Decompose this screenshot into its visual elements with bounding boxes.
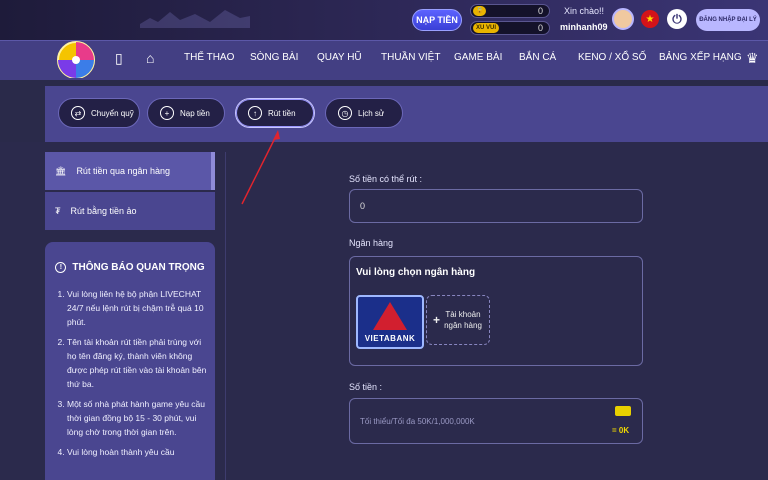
info-icon: ! <box>55 262 67 273</box>
bank-name: VIETABANK <box>364 334 416 343</box>
crown-icon[interactable]: ♛ <box>746 50 759 67</box>
notice-title: ! THÔNG BÁO QUAN TRỌNG <box>53 262 207 273</box>
deposit-button[interactable]: NẠP TIỀN <box>412 9 462 31</box>
nav-keno-lottery[interactable]: KENO / XỔ SỐ <box>578 52 646 63</box>
main-wallet: 🔒 0 <box>470 4 550 18</box>
home-icon[interactable]: ⌂ <box>146 50 154 66</box>
list-item: Một số nhà phát hành game yêu cầu thời g… <box>67 397 207 439</box>
list-item: Tên tài khoản rút tiền phải trùng với họ… <box>67 335 207 391</box>
tab-withdraw-label: Rút tiền <box>268 108 296 118</box>
mobile-icon[interactable]: ▯ <box>115 50 123 67</box>
nav-casino[interactable]: SÒNG BÀI <box>250 52 298 63</box>
tab-transfer[interactable]: ⇄ Chuyển quỹ <box>58 98 140 128</box>
plus-icon: + <box>432 312 440 327</box>
tab-withdraw[interactable]: ↑ Rút tiền <box>235 98 315 128</box>
bank-icon: 🏛 <box>55 165 67 176</box>
notice-list: Vui lòng liên hệ bộ phận LIVECHAT 24/7 n… <box>53 287 207 459</box>
transfer-icon: ⇄ <box>71 106 85 120</box>
sidebar-item-label: Rút bằng tiền ảo <box>70 206 137 216</box>
amount-equivalent: = 0K <box>612 426 630 435</box>
nav-fishing[interactable]: BẮN CÁ <box>519 52 556 63</box>
nav-thuan-viet[interactable]: THUẦN VIỆT <box>381 52 440 63</box>
history-icon: ◷ <box>338 106 352 120</box>
amount-input[interactable]: Tối thiểu/Tối đa 50K/1,000,000K <box>349 398 643 444</box>
nav-slots[interactable]: QUAY HŨ <box>317 52 362 63</box>
important-notice: ! THÔNG BÁO QUAN TRỌNG Vui lòng liên hệ … <box>45 242 215 480</box>
nav-leaderboard[interactable]: BẢNG XẾP HẠNG <box>659 52 742 63</box>
add-bank-account-button[interactable]: + Tài khoản ngân hàng <box>426 295 490 345</box>
avatar[interactable] <box>612 8 634 30</box>
sidebar-item-label: Rút tiền qua ngân hàng <box>76 166 171 176</box>
sidebar-item-bank-withdraw[interactable]: 🏛 Rút tiền qua ngân hàng <box>45 152 215 190</box>
nav-card-games[interactable]: GAME BÀI <box>454 52 502 63</box>
balance-field: 0 <box>349 189 643 223</box>
tab-deposit-label: Nạp tiền <box>180 108 210 118</box>
amount-label: Số tiền : <box>349 382 383 392</box>
list-item: Vui lòng liên hệ bộ phận LIVECHAT 24/7 n… <box>67 287 207 329</box>
tab-history[interactable]: ◷ Lịch sử <box>325 98 403 128</box>
add-account-label: Tài khoản ngân hàng <box>444 310 482 330</box>
vietabank-logo-icon <box>373 302 407 330</box>
tab-transfer-label: Chuyển quỹ <box>91 108 134 118</box>
tab-history-label: Lịch sử <box>358 108 385 118</box>
lucky-wheel-icon[interactable] <box>50 40 102 78</box>
lock-icon: 🔒 <box>473 6 487 16</box>
coin-wallet-value: 0 <box>537 23 543 33</box>
decoration-silhouette <box>140 10 250 28</box>
money-icon <box>615 406 631 416</box>
logout-icon[interactable]: ⏻ <box>667 9 687 29</box>
crypto-icon: ₮ <box>55 206 61 216</box>
balance-value: 0 <box>360 201 366 211</box>
deposit-icon: + <box>160 106 174 120</box>
bank-label: Ngân hàng <box>349 238 394 248</box>
nav-sports[interactable]: THỂ THAO <box>184 52 234 63</box>
content-divider <box>225 152 226 480</box>
bank-select-title: Vui lòng chọn ngân hàng <box>356 267 476 278</box>
coin-wallet: XU VUI 0 <box>470 21 550 35</box>
tab-deposit[interactable]: + Nạp tiền <box>147 98 225 128</box>
coin-wallet-badge: XU VUI <box>473 23 500 33</box>
greeting-text: Xin chào!! <box>564 6 605 16</box>
main-wallet-value: 0 <box>537 6 543 16</box>
vietnam-flag-icon[interactable]: ★ <box>641 10 659 28</box>
bank-option-vietabank[interactable]: VIETABANK <box>356 295 424 349</box>
balance-label: Số tiền có thể rút : <box>349 174 423 184</box>
amount-placeholder: Tối thiểu/Tối đa 50K/1,000,000K <box>360 417 475 426</box>
sidebar-item-crypto-withdraw[interactable]: ₮ Rút bằng tiền ảo <box>45 192 215 230</box>
agent-login-button[interactable]: ĐĂNG NHẬP ĐẠI LÝ <box>696 9 760 31</box>
list-item: Vui lòng hoàn thành yêu cầu <box>67 445 207 459</box>
withdraw-icon: ↑ <box>248 106 262 120</box>
notice-title-text: THÔNG BÁO QUAN TRỌNG <box>72 262 205 273</box>
username: minhanh09 <box>560 22 608 32</box>
